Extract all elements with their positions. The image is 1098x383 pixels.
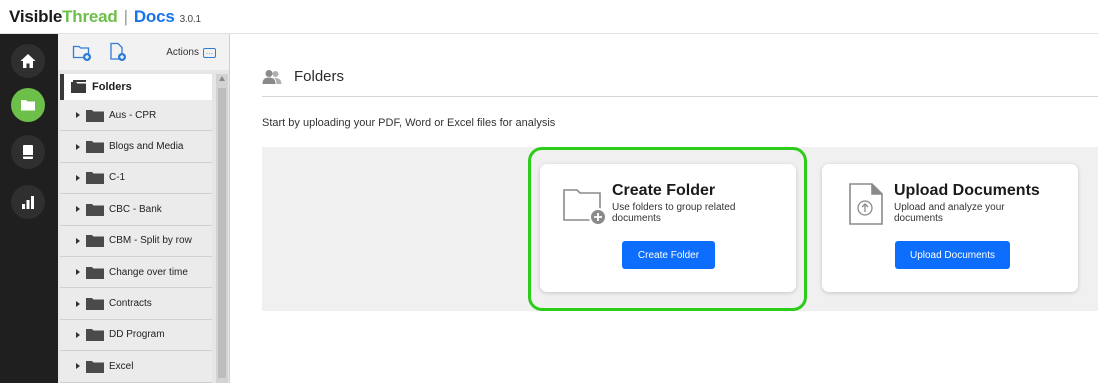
expand-arrow-icon[interactable] bbox=[76, 206, 80, 213]
folder-label: Contracts bbox=[109, 298, 152, 310]
brand-name-visible: Visible bbox=[9, 7, 63, 26]
create-folder-icon bbox=[563, 189, 606, 226]
brand-name-thread: Thread bbox=[62, 7, 118, 26]
tree-root-label: Folders bbox=[92, 81, 132, 93]
folder-icon bbox=[86, 203, 104, 216]
list-item[interactable]: DD Program bbox=[60, 319, 212, 352]
list-item[interactable]: Excel bbox=[60, 351, 212, 383]
folder-label: Blogs and Media bbox=[109, 141, 184, 153]
create-folder-button[interactable]: Create Folder bbox=[622, 241, 715, 269]
nav-home-button[interactable] bbox=[11, 44, 45, 78]
folder-icon bbox=[86, 266, 104, 279]
more-options-icon: … bbox=[203, 47, 216, 58]
tree-scrollbar[interactable] bbox=[216, 74, 228, 383]
list-item[interactable]: C-1 bbox=[60, 162, 212, 195]
folder-icon bbox=[86, 235, 104, 248]
page-title: Folders bbox=[294, 68, 345, 85]
nav-reports-button[interactable] bbox=[11, 185, 45, 219]
upload-documents-card[interactable]: Upload Documents Upload and analyze your… bbox=[822, 164, 1078, 292]
scroll-up-arrow-icon[interactable] bbox=[219, 76, 225, 81]
folder-list: Aus - CPR Blogs and Media C-1 CBC - Bank bbox=[60, 100, 212, 383]
tree-root-folders[interactable]: Folders bbox=[60, 74, 212, 100]
page-header: Folders bbox=[262, 68, 344, 85]
expand-arrow-icon[interactable] bbox=[76, 363, 80, 370]
brand-logo[interactable]: VisibleThread | Docs 3.0.1 bbox=[9, 7, 201, 27]
expand-arrow-icon[interactable] bbox=[76, 331, 80, 338]
folder-icon bbox=[86, 172, 104, 185]
folder-label: C-1 bbox=[109, 172, 126, 184]
top-bar: VisibleThread | Docs 3.0.1 bbox=[0, 0, 1098, 34]
folder-label: CBC - Bank bbox=[109, 203, 162, 215]
folder-icon bbox=[21, 100, 35, 111]
list-item[interactable]: Contracts bbox=[60, 288, 212, 320]
folder-icon bbox=[86, 141, 104, 154]
upload-documents-button[interactable]: Upload Documents bbox=[895, 241, 1010, 269]
list-item[interactable]: Change over time bbox=[60, 256, 212, 289]
home-icon bbox=[20, 54, 36, 68]
left-nav-rail bbox=[0, 34, 58, 383]
scrollbar-thumb[interactable] bbox=[218, 88, 226, 378]
folder-icon bbox=[86, 329, 104, 342]
bar-chart-icon bbox=[22, 196, 34, 209]
folder-label: CBM - Split by row bbox=[109, 235, 192, 247]
list-item[interactable]: Blogs and Media bbox=[60, 131, 212, 163]
users-group-icon bbox=[262, 69, 282, 84]
folder-icon bbox=[86, 360, 104, 373]
folder-tree-panel: Actions … Folders Aus - CPR Blogs and Me… bbox=[58, 34, 230, 383]
main-content: Folders Start by uploading your PDF, Wor… bbox=[230, 34, 1098, 383]
actions-menu[interactable]: Actions … bbox=[166, 47, 216, 58]
tree-toolbar: Actions … bbox=[58, 34, 229, 70]
expand-arrow-icon[interactable] bbox=[76, 237, 80, 244]
app-root: VisibleThread | Docs 3.0.1 Actions … Fol… bbox=[0, 0, 1098, 383]
folder-label: Change over time bbox=[109, 266, 188, 278]
expand-arrow-icon[interactable] bbox=[76, 112, 80, 119]
expand-arrow-icon[interactable] bbox=[76, 174, 80, 181]
title-divider bbox=[262, 96, 1098, 97]
folder-icon bbox=[86, 109, 104, 122]
new-document-icon[interactable] bbox=[108, 42, 128, 62]
product-name: Docs bbox=[133, 7, 175, 26]
list-item[interactable]: Aus - CPR bbox=[60, 100, 212, 132]
expand-arrow-icon[interactable] bbox=[76, 143, 80, 150]
page-subtitle: Start by uploading your PDF, Word or Exc… bbox=[262, 117, 556, 129]
expand-arrow-icon[interactable] bbox=[76, 269, 80, 276]
upload-document-icon bbox=[849, 183, 883, 225]
new-folder-icon[interactable] bbox=[72, 42, 92, 62]
folder-label: Aus - CPR bbox=[109, 109, 157, 121]
nav-library-button[interactable] bbox=[11, 135, 45, 169]
expand-arrow-icon[interactable] bbox=[76, 300, 80, 307]
folder-icon bbox=[86, 298, 104, 311]
folders-root-icon bbox=[71, 80, 86, 93]
brand-separator: | bbox=[123, 7, 128, 26]
nav-folders-button[interactable] bbox=[11, 88, 45, 122]
version-label: 3.0.1 bbox=[179, 14, 201, 25]
upload-documents-description: Upload and analyze your documents bbox=[894, 202, 1005, 224]
list-item[interactable]: CBC - Bank bbox=[60, 194, 212, 226]
create-folder-title: Create Folder bbox=[612, 182, 716, 199]
folder-label: Excel bbox=[109, 360, 134, 372]
create-folder-card[interactable]: Create Folder Use folders to group relat… bbox=[540, 164, 796, 292]
actions-area: Create Folder Use folders to group relat… bbox=[262, 147, 1098, 311]
book-icon bbox=[23, 145, 33, 159]
folder-label: DD Program bbox=[109, 329, 165, 341]
actions-label: Actions bbox=[166, 47, 199, 58]
create-folder-description: Use folders to group related documents bbox=[612, 202, 736, 224]
upload-documents-title: Upload Documents bbox=[894, 182, 1040, 199]
list-item[interactable]: CBM - Split by row bbox=[60, 225, 212, 257]
